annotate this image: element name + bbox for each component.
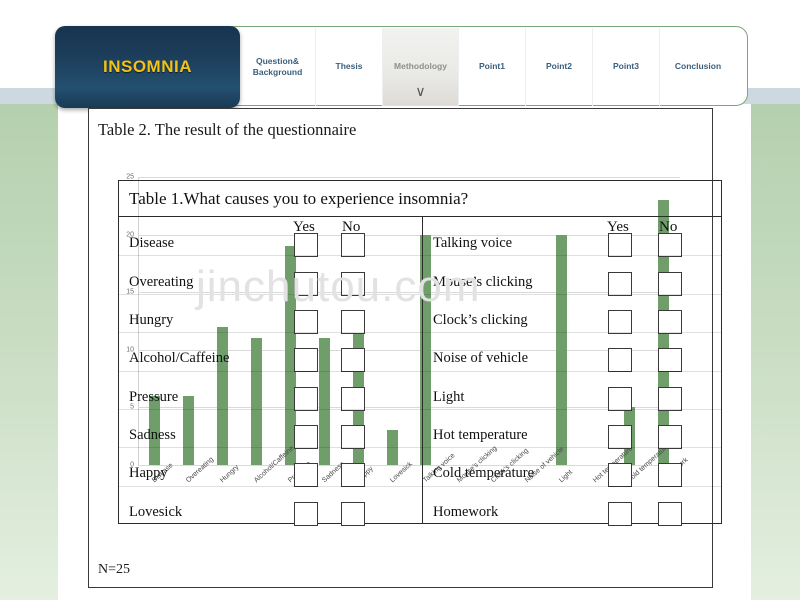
tab-label: Point3: [613, 61, 639, 72]
tab-label: Thesis: [335, 61, 363, 72]
right-no-checkbox[interactable]: [658, 386, 682, 411]
right-yes-checkbox[interactable]: [608, 309, 632, 334]
left-yes-checkbox[interactable]: [294, 386, 318, 411]
right-yes-checkbox[interactable]: [608, 386, 632, 411]
logo-text: INSOMNIA: [103, 57, 192, 76]
right-yes-checkbox[interactable]: [608, 348, 632, 373]
row-divider: [119, 332, 422, 334]
right-yes-checkbox[interactable]: [608, 233, 632, 258]
left-row-label: Hungry: [129, 311, 174, 328]
row-divider: [423, 255, 721, 257]
tab-label: Methodology: [394, 61, 447, 72]
left-no-checkbox[interactable]: [341, 309, 365, 334]
left-no-header: No: [342, 219, 361, 235]
left-row-label: Happy: [129, 465, 168, 482]
left-no-checkbox[interactable]: [341, 425, 365, 450]
left-yes-checkbox[interactable]: [294, 309, 318, 334]
left-yes-header: Yes: [293, 219, 315, 235]
left-row-label: Pressure: [129, 388, 179, 405]
background-green-left: [0, 104, 58, 600]
sample-size-label: N=25: [98, 562, 131, 577]
left-row-label: Disease: [129, 235, 175, 252]
row-divider: [423, 447, 721, 449]
right-row-label: Homework: [433, 503, 499, 520]
right-no-header: No: [659, 219, 678, 235]
left-no-checkbox[interactable]: [341, 463, 365, 488]
right-yes-checkbox[interactable]: [608, 271, 632, 296]
chevron-down-icon: ∨: [415, 83, 426, 99]
row-divider: [423, 408, 721, 410]
left-yes-checkbox[interactable]: [294, 425, 318, 450]
right-row-label: Clock’s clicking: [433, 311, 528, 328]
right-row-label: Noise of vehicle: [433, 350, 529, 367]
row-divider: [119, 370, 422, 372]
left-no-checkbox[interactable]: [341, 501, 365, 526]
row-divider: [119, 447, 422, 449]
tab-point2[interactable]: Point2: [526, 28, 593, 106]
logo-badge[interactable]: INSOMNIA: [55, 26, 240, 108]
background-green-right: [751, 104, 800, 600]
right-no-checkbox[interactable]: [658, 425, 682, 450]
gridline: [138, 177, 680, 178]
questionnaire-table-title: Table 1.What causes you to experience in…: [119, 181, 721, 217]
questionnaire-table: Table 1.What causes you to experience in…: [118, 180, 722, 526]
tab-label: Question& Background: [252, 55, 303, 77]
right-no-checkbox[interactable]: [658, 501, 682, 526]
row-divider: [119, 255, 422, 257]
left-row-label: Sadness: [129, 427, 176, 444]
tab-label: Point2: [546, 61, 572, 72]
tab-conclusion[interactable]: Conclusion: [660, 28, 736, 106]
nav-tab-list: Question& Background Thesis Methodology …: [240, 28, 736, 106]
right-yes-header: Yes: [607, 219, 629, 235]
right-no-checkbox[interactable]: [658, 271, 682, 296]
right-no-checkbox[interactable]: [658, 463, 682, 488]
right-yes-checkbox[interactable]: [608, 501, 632, 526]
row-divider: [423, 332, 721, 334]
left-row-label: Lovesick: [129, 503, 183, 520]
tab-point1[interactable]: Point1: [459, 28, 526, 106]
left-yes-checkbox[interactable]: [294, 348, 318, 373]
left-yes-checkbox[interactable]: [294, 463, 318, 488]
tab-methodology[interactable]: Methodology ∨: [383, 28, 459, 106]
left-no-checkbox[interactable]: [341, 348, 365, 373]
right-row-label: Light: [433, 388, 465, 405]
left-row-label: Alcohol/Caffeine: [129, 350, 230, 367]
row-divider: [119, 408, 422, 410]
left-yes-checkbox[interactable]: [294, 233, 318, 258]
row-divider: [423, 485, 721, 487]
tab-label: Point1: [479, 61, 505, 72]
left-no-checkbox[interactable]: [341, 233, 365, 258]
tab-question-background[interactable]: Question& Background: [240, 28, 316, 106]
right-row-label: Talking voice: [433, 235, 513, 252]
row-divider: [423, 370, 721, 372]
right-yes-checkbox[interactable]: [608, 425, 632, 450]
right-row-label: Hot temperature: [433, 427, 528, 444]
left-row-label: Overeating: [129, 273, 194, 290]
left-no-checkbox[interactable]: [341, 386, 365, 411]
page-title: Table 2. The result of the questionnaire: [98, 120, 357, 139]
left-yes-checkbox[interactable]: [294, 501, 318, 526]
right-no-checkbox[interactable]: [658, 233, 682, 258]
tab-thesis[interactable]: Thesis: [316, 28, 383, 106]
tab-point3[interactable]: Point3: [593, 28, 660, 106]
watermark: jinchutou.com: [196, 262, 481, 311]
tab-label: Conclusion: [674, 61, 722, 72]
right-no-checkbox[interactable]: [658, 348, 682, 373]
right-no-checkbox[interactable]: [658, 309, 682, 334]
row-divider: [119, 485, 422, 487]
right-row-label: Cold temperature: [433, 465, 535, 482]
right-yes-checkbox[interactable]: [608, 463, 632, 488]
